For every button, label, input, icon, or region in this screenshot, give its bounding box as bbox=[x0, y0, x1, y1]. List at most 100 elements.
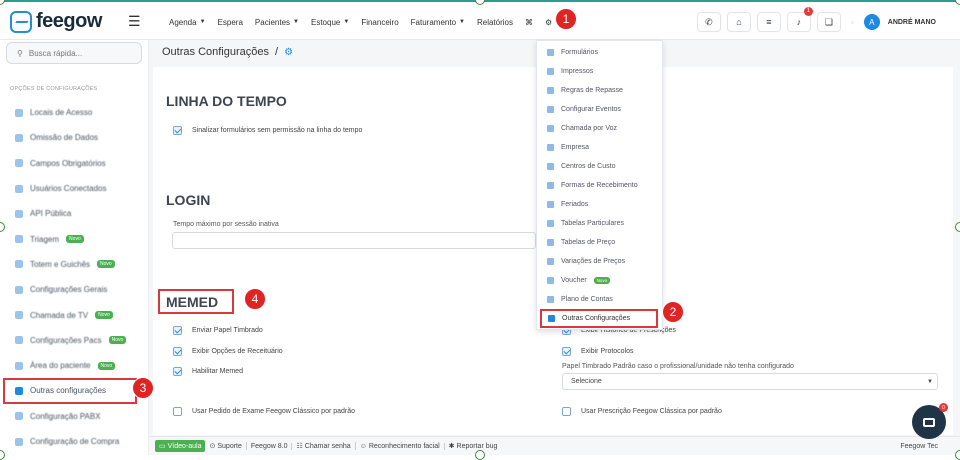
dropdown-item[interactable]: Chamada por Voz bbox=[537, 119, 664, 138]
memed-option-receituario[interactable]: Exibir Opções de Receituário bbox=[173, 347, 283, 356]
call-ticket-button[interactable]: ☷ Chamar senha bbox=[292, 442, 356, 450]
sidebar-item-icon bbox=[15, 311, 23, 320]
dropdown-item-icon bbox=[547, 258, 554, 265]
dropdown-item[interactable]: Configurar Eventos bbox=[537, 100, 664, 119]
papel-timbrado-select[interactable]: Selecione ▼ bbox=[562, 373, 938, 390]
face-recognition-button[interactable]: ☺ Reconhecimento facial bbox=[356, 442, 445, 450]
dropdown-item[interactable]: Tabelas de Preço bbox=[537, 233, 664, 252]
dropdown-item[interactable]: Feriados bbox=[537, 195, 664, 214]
feegow-prescription-option[interactable]: Usar Prescrição Feegow Clássica por padr… bbox=[562, 407, 722, 416]
dropdown-item[interactable]: Tabelas Particulares bbox=[537, 214, 664, 233]
menu-toggle-icon[interactable]: ☰ bbox=[128, 13, 141, 30]
dropdown-item-label: Regras de Repasse bbox=[561, 87, 623, 94]
list-icon[interactable]: ≡ bbox=[756, 12, 781, 32]
dropdown-item-label: Impressos bbox=[561, 68, 594, 75]
dropdown-item-icon bbox=[547, 68, 554, 75]
checkbox[interactable] bbox=[562, 347, 571, 356]
sidebar-item[interactable]: Outras configurações bbox=[3, 378, 137, 404]
login-section-title: LOGIN bbox=[166, 192, 211, 208]
login-timeout-input[interactable] bbox=[172, 232, 536, 249]
caret-icon: ▼ bbox=[343, 19, 350, 25]
sidebar-item[interactable]: API Pública bbox=[0, 201, 149, 226]
search-input[interactable]: ⚲ Busca rápida... bbox=[6, 42, 142, 64]
sidebar-item-label: Chamada de TV bbox=[30, 310, 89, 320]
dropdown-item-icon bbox=[547, 144, 554, 151]
dropdown-item-label: Tabelas de Preço bbox=[561, 239, 616, 246]
nav-faturamento[interactable]: Faturamento ▼ bbox=[405, 18, 471, 27]
checkbox[interactable] bbox=[173, 367, 182, 376]
video-lesson-button[interactable]: ▭ Vídeo-aula bbox=[155, 440, 206, 452]
sidebar-item-icon bbox=[15, 412, 23, 421]
feegow-exam-option[interactable]: Usar Pedido de Exame Feegow Clássico por… bbox=[173, 407, 355, 416]
sidebar-item[interactable]: Área do paciente Novo bbox=[0, 353, 149, 378]
chat-bubbles-icon[interactable]: ❏ bbox=[816, 12, 841, 32]
sidebar-item-icon bbox=[15, 133, 23, 142]
dropdown-item-icon bbox=[547, 239, 554, 246]
dropdown-item-label: Chamada por Voz bbox=[561, 125, 618, 132]
selection-handle bbox=[955, 222, 960, 232]
sidebar-item[interactable]: Omissão de Dados bbox=[0, 125, 149, 150]
feegow-logo[interactable]: feegow bbox=[10, 10, 102, 33]
dropdown-item[interactable]: Outras Configurações bbox=[540, 309, 658, 328]
sidebar-item[interactable]: Configurações Pacs Novo bbox=[0, 328, 149, 353]
dropdown-item-icon bbox=[548, 315, 555, 322]
dropdown-item[interactable]: Formulários bbox=[537, 43, 664, 62]
dropdown-item[interactable]: Voucher Novo bbox=[537, 271, 664, 290]
phone-icon[interactable]: ✆ bbox=[696, 12, 721, 32]
nav-financeiro[interactable]: Financeiro bbox=[355, 18, 404, 27]
checkbox-label: Enviar Papel Timbrado bbox=[192, 327, 263, 334]
checkbox[interactable] bbox=[173, 126, 182, 135]
user-name[interactable]: ANDRÉ MANO bbox=[888, 19, 936, 26]
nav-agenda[interactable]: Agenda ▼ bbox=[163, 18, 212, 27]
memed-option-timbrado[interactable]: Enviar Papel Timbrado bbox=[173, 326, 263, 335]
report-bug-button[interactable]: ✱ Reportar bug bbox=[445, 442, 502, 451]
dropdown-item[interactable]: Centros de Custo bbox=[537, 157, 664, 176]
notification-bell-icon[interactable]: ♪ 1 bbox=[786, 7, 813, 32]
support-button[interactable]: ⊙ Suporte bbox=[205, 442, 247, 450]
checkbox[interactable] bbox=[173, 347, 182, 356]
dropdown-item-icon bbox=[547, 182, 554, 189]
sidebar-item[interactable]: Campos Obrigatórios bbox=[0, 151, 149, 176]
chat-launcher-button[interactable]: 0 bbox=[912, 403, 948, 439]
nav-estoque[interactable]: Estoque ▼ bbox=[305, 18, 355, 27]
caret-icon: ▼ bbox=[459, 19, 465, 25]
notification-badge: 1 bbox=[803, 7, 813, 16]
nav-relatorios[interactable]: Relatórios bbox=[471, 18, 519, 27]
breadcrumb: Outras Configurações / ⚙ bbox=[162, 46, 293, 58]
dropdown-item-label: Plano de Contas bbox=[561, 296, 613, 303]
memed-option-habilitar[interactable]: Habilitar Memed bbox=[173, 367, 243, 376]
dropdown-item[interactable]: Impressos bbox=[537, 62, 664, 81]
sidebar-item-label: Configuração PABX bbox=[30, 411, 101, 421]
dropdown-item[interactable]: Plano de Contas bbox=[537, 290, 664, 309]
timeline-option[interactable]: Sinalizar formulários sem permissão na l… bbox=[173, 126, 362, 135]
sidebar-item[interactable]: Chamada de TV Novo bbox=[0, 302, 149, 327]
checkbox[interactable] bbox=[173, 326, 182, 335]
dropdown-item[interactable]: Variações de Preços bbox=[537, 252, 664, 271]
sidebar-item[interactable]: Usuários Conectados bbox=[0, 176, 149, 201]
papel-timbrado-label: Papel Timbrado Padrão caso o profissiona… bbox=[562, 363, 794, 370]
login-timeout-label: Tempo máximo por sessão inativa bbox=[173, 221, 279, 228]
sidebar-heading: OPÇÕES DE CONFIGURAÇÕES bbox=[10, 86, 98, 92]
sidebar-item-label: Área do paciente bbox=[30, 361, 91, 371]
checkbox[interactable] bbox=[173, 407, 182, 416]
more-icon[interactable]: ⌘ bbox=[519, 18, 539, 27]
inbox-icon[interactable]: ⌂ bbox=[726, 12, 751, 32]
dropdown-item[interactable]: Empresa bbox=[537, 138, 664, 157]
sidebar-item[interactable]: Totem e Guichês Novo bbox=[0, 252, 149, 277]
sidebar-item[interactable]: Configuração de Compra bbox=[0, 429, 149, 454]
checkbox-label: Habilitar Memed bbox=[192, 368, 243, 375]
dropdown-item[interactable]: Regras de Repasse bbox=[537, 81, 664, 100]
checkbox-label: Exibir Protocolos bbox=[581, 348, 634, 355]
nav-pacientes[interactable]: Pacientes ▼ bbox=[249, 18, 305, 27]
dropdown-item[interactable]: Formas de Recebimento bbox=[537, 176, 664, 195]
sidebar-item[interactable]: Configurações Gerais bbox=[0, 277, 149, 302]
dropdown-item-label: Formulários bbox=[561, 49, 598, 56]
memed-option-protocolos[interactable]: Exibir Protocolos bbox=[562, 347, 634, 356]
dropdown-item-label: Outras Configurações bbox=[562, 315, 631, 322]
avatar[interactable]: A bbox=[863, 14, 880, 30]
checkbox[interactable] bbox=[562, 407, 571, 416]
sidebar-item[interactable]: Locais de Acesso bbox=[0, 100, 149, 125]
sidebar-item[interactable]: Triagem Novo bbox=[0, 226, 149, 251]
sidebar-item[interactable]: Configuração PABX bbox=[0, 404, 149, 429]
nav-espera[interactable]: Espera bbox=[212, 18, 249, 27]
